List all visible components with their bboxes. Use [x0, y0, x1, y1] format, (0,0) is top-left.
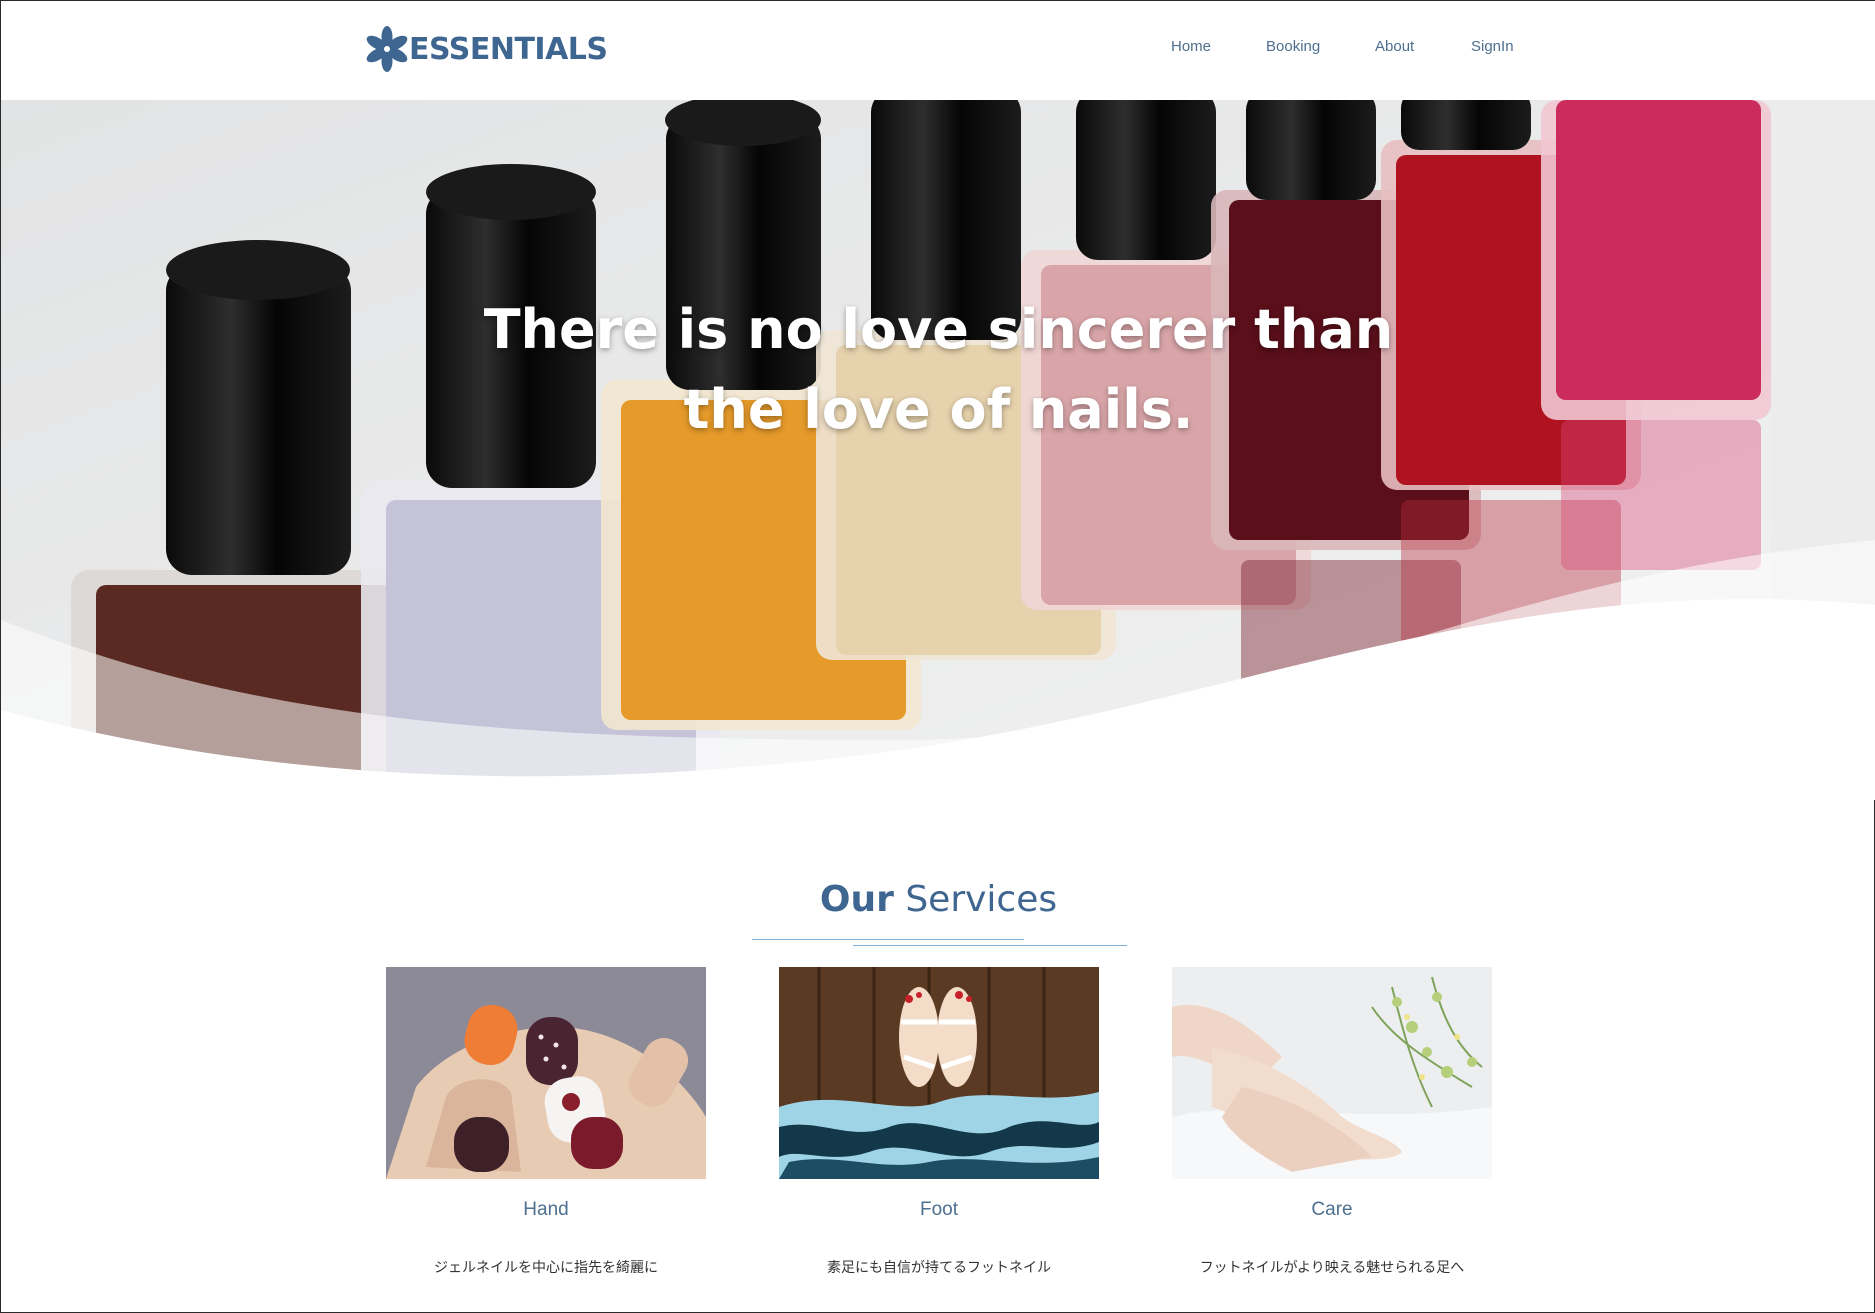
- nail-polish-bottles-photo: [1, 100, 1875, 800]
- hero-headline: There is no love sincerer than the love …: [1, 290, 1875, 450]
- service-label-hand: Hand: [523, 1199, 569, 1220]
- service-desc-care: フットネイルがより映える魅せられる足へ: [1199, 1260, 1465, 1276]
- foot-care-photo: [1172, 967, 1492, 1179]
- section-title-rest: Services: [905, 879, 1058, 920]
- service-desc-hand: ジェルネイルを中心に指先を綺麗に: [434, 1260, 658, 1276]
- service-card-care[interactable]: Care フットネイルがより映える魅せられる足へ: [1172, 967, 1492, 1276]
- title-underline-offset: [853, 945, 1127, 946]
- hero-headline-line2: the love of nails.: [683, 378, 1194, 441]
- section-title: Our Services: [1, 879, 1875, 920]
- service-label-care: Care: [1311, 1199, 1353, 1220]
- service-label-foot: Foot: [919, 1199, 959, 1220]
- service-card-hand[interactable]: Hand ジェルネイルを中心に指先を綺麗に: [386, 967, 706, 1276]
- painted-fingernails-photo: [386, 967, 706, 1179]
- nav-booking[interactable]: Booking: [1266, 38, 1320, 55]
- section-title-strong: Our: [819, 879, 894, 920]
- hero-banner: There is no love sincerer than the love …: [1, 100, 1875, 800]
- flower-asterisk-icon: [366, 26, 408, 72]
- hero-headline-line1: There is no love sincerer than: [483, 298, 1394, 361]
- nav-about[interactable]: About: [1375, 38, 1414, 55]
- service-card-foot[interactable]: Foot 素足にも自信が持てるフットネイル: [779, 967, 1099, 1276]
- nav-home[interactable]: Home: [1171, 38, 1211, 55]
- brand-name: ESSENTIALS: [409, 31, 608, 67]
- brand-logo[interactable]: ESSENTIALS: [363, 25, 608, 73]
- feet-in-sandals-photo: [779, 967, 1099, 1179]
- site-header: ESSENTIALS Home Booking About SignIn: [1, 1, 1875, 100]
- title-underline: [752, 939, 1024, 940]
- service-desc-foot: 素足にも自信が持てるフットネイル: [827, 1260, 1051, 1276]
- nav-signin[interactable]: SignIn: [1471, 38, 1514, 55]
